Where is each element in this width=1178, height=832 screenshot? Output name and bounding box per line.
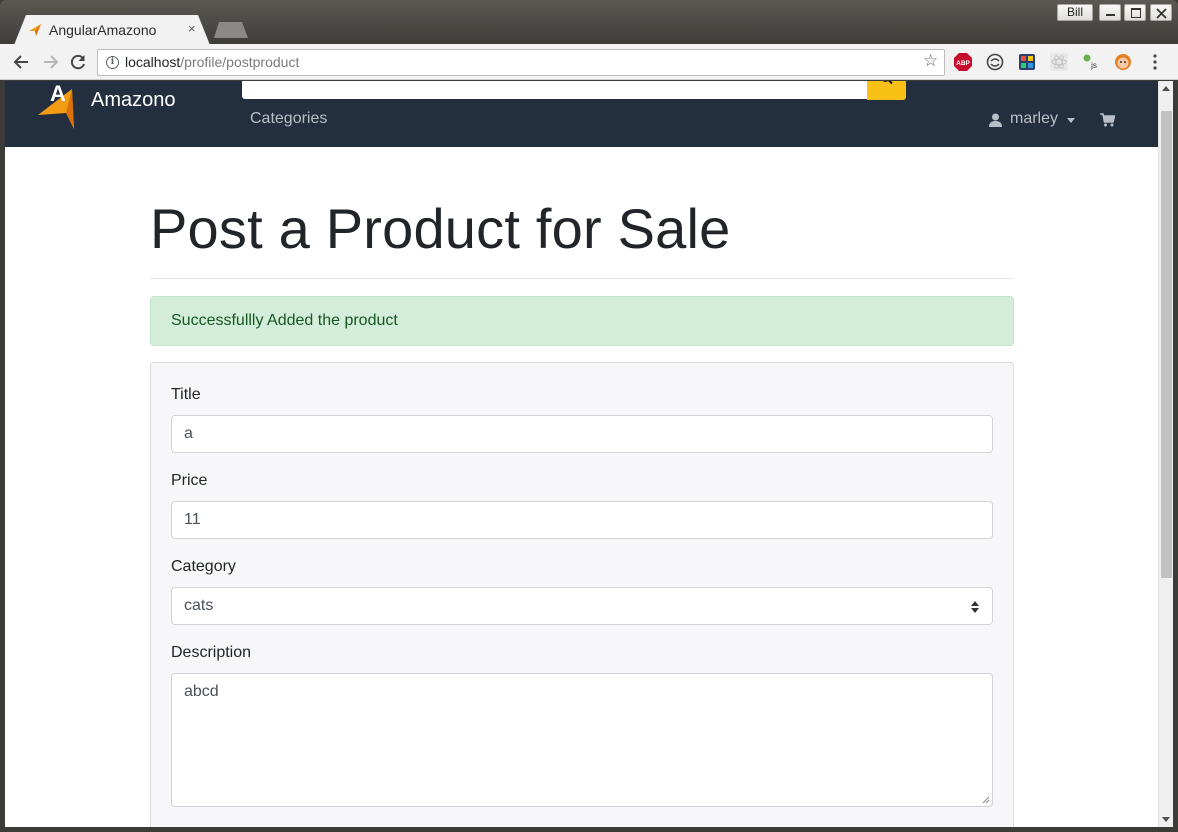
scrollbar-thumb[interactable] [1161, 111, 1172, 578]
title-divider [150, 278, 1014, 279]
title-label: Title [171, 386, 201, 403]
chevron-down-icon [1067, 118, 1075, 123]
color-palette-icon[interactable] [1018, 53, 1036, 71]
back-arrow-icon[interactable] [12, 52, 32, 72]
price-input[interactable]: 11 [171, 501, 993, 539]
alert-message: Successfullly Added the product [171, 312, 398, 329]
tab-title: AngularAmazono [49, 22, 157, 38]
url-text: localhost/profile/postproduct [125, 54, 300, 70]
title-input-value: a [184, 425, 193, 442]
close-window-button[interactable] [1150, 4, 1172, 21]
reload-icon[interactable] [68, 52, 88, 72]
description-textarea-value: abcd [184, 683, 219, 700]
category-select[interactable]: cats [171, 587, 993, 625]
profile-avatar-icon[interactable] [1114, 53, 1132, 71]
react-devtools-icon[interactable] [1050, 53, 1068, 71]
forward-arrow-icon[interactable] [40, 52, 60, 72]
resize-grip-icon[interactable] [982, 796, 990, 804]
site-navbar: A Amazono Categories marley [5, 81, 1158, 147]
svg-text:A: A [50, 81, 66, 106]
description-label: Description [171, 644, 252, 661]
nav-categories-link[interactable]: Categories [250, 110, 327, 128]
search-icon [882, 81, 893, 85]
user-icon [989, 113, 1002, 127]
scroll-up-arrow-icon[interactable] [1162, 86, 1170, 91]
browser-toolbar: i localhost/profile/postproduct ☆ ABP js [0, 44, 1178, 80]
browser-menu-icon[interactable] [1150, 52, 1160, 72]
product-form-card: Title a Price 11 Category cats Descripti… [150, 362, 1014, 827]
svg-text:ABP: ABP [956, 60, 970, 67]
page-scrollbar[interactable] [1158, 81, 1173, 827]
minimize-window-button[interactable] [1099, 4, 1121, 21]
info-icon[interactable]: i [106, 56, 119, 69]
search-input[interactable] [242, 81, 868, 99]
close-icon [1156, 8, 1167, 19]
adblock-plus-icon[interactable]: ABP [954, 53, 972, 71]
bookmark-star-icon[interactable]: ☆ [923, 51, 938, 71]
price-input-value: 11 [184, 511, 201, 528]
svg-text:js: js [1090, 61, 1097, 70]
shopping-cart-icon[interactable] [1100, 113, 1115, 127]
window-user-badge[interactable]: Bill [1057, 4, 1093, 21]
title-input[interactable]: a [171, 415, 993, 453]
new-tab-button[interactable] [214, 22, 248, 38]
browser-tab-active[interactable]: AngularAmazono × [14, 15, 210, 45]
category-select-value: cats [184, 597, 214, 614]
page-title: Post a Product for Sale [150, 197, 731, 260]
window-frame-right [1173, 81, 1178, 832]
maximize-window-button[interactable] [1124, 4, 1146, 21]
js-settings-icon[interactable]: js [1082, 53, 1100, 71]
brand-name[interactable]: Amazono [91, 89, 176, 112]
tab-close-icon[interactable]: × [188, 21, 196, 36]
angular-favicon-icon [29, 24, 41, 36]
price-label: Price [171, 472, 208, 489]
category-label: Category [171, 558, 236, 575]
success-alert: Successfullly Added the product [150, 296, 1014, 346]
user-name: marley [1010, 110, 1059, 127]
select-arrows-icon [971, 601, 979, 613]
sync-icon[interactable] [986, 53, 1004, 71]
page-viewport: A Amazono Categories marley Post a Produ… [5, 81, 1158, 827]
search-button[interactable] [867, 81, 906, 100]
scroll-down-arrow-icon[interactable] [1162, 817, 1170, 822]
description-textarea[interactable]: abcd [171, 673, 993, 807]
browser-titlebar: AngularAmazono × Bill [0, 0, 1178, 45]
amazono-logo-icon[interactable]: A [36, 81, 84, 131]
address-bar[interactable]: i localhost/profile/postproduct ☆ [97, 49, 945, 76]
window-frame-bottom [0, 827, 1178, 832]
